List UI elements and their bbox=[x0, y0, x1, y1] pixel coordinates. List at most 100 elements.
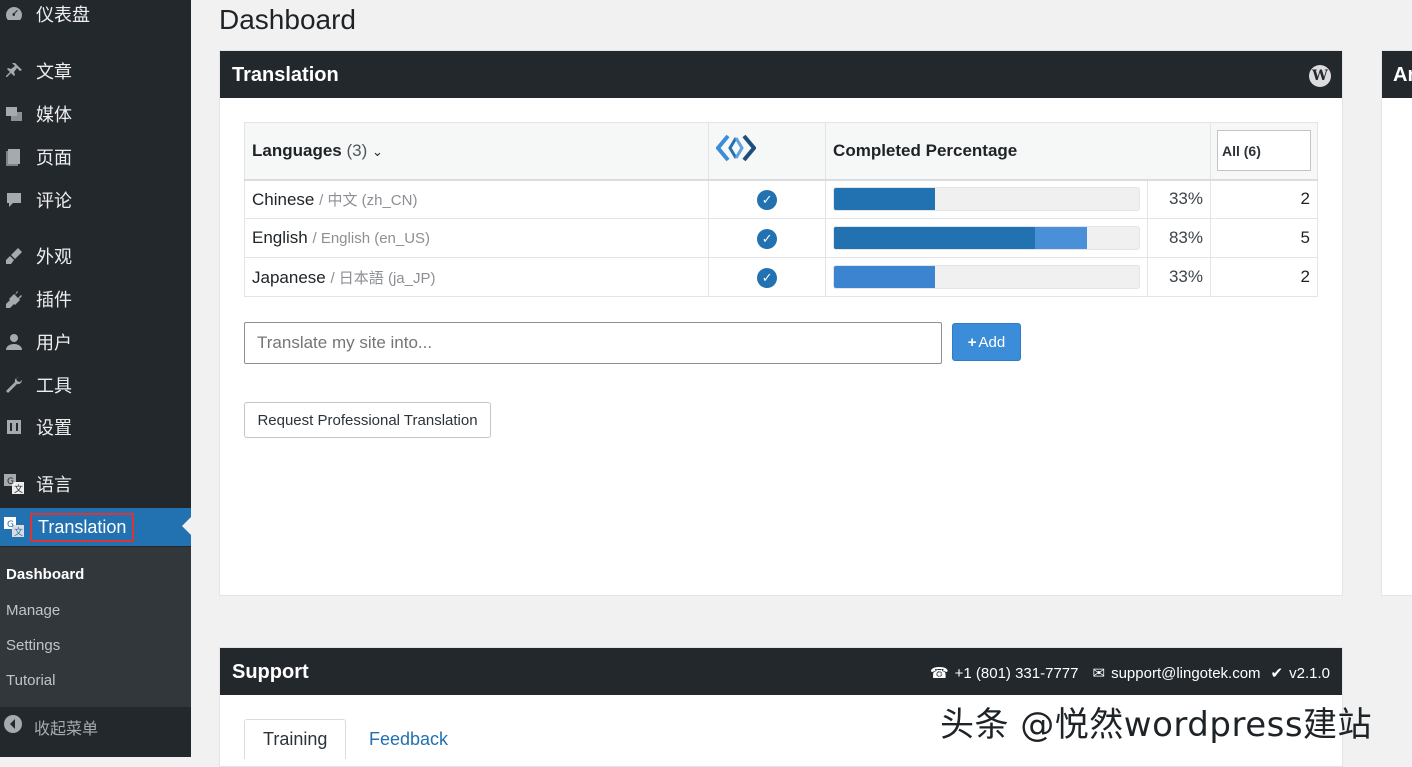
check-circle-icon[interactable]: ✓ bbox=[757, 267, 778, 288]
menu-label: 文章 bbox=[36, 62, 72, 82]
language-icon: G文 bbox=[3, 473, 25, 495]
menu-appearance[interactable]: 外观 bbox=[0, 238, 191, 274]
progress-track[interactable] bbox=[833, 265, 1141, 289]
translation-submenu: Dashboard Manage Settings Tutorial bbox=[0, 547, 191, 707]
submenu-dashboard[interactable]: Dashboard bbox=[6, 566, 84, 583]
document-count[interactable]: 2 bbox=[1209, 257, 1319, 297]
support-email[interactable]: support@lingotek.com bbox=[1111, 665, 1260, 682]
status-cell: ✓ bbox=[708, 218, 827, 258]
menu-users[interactable]: 用户 bbox=[0, 324, 191, 360]
media-icon bbox=[3, 103, 25, 125]
menu-comments[interactable]: 评论 bbox=[0, 182, 191, 218]
progress-track[interactable] bbox=[833, 226, 1141, 250]
submenu-settings[interactable]: Settings bbox=[6, 637, 60, 654]
side-panel-title: Ar bbox=[1393, 64, 1412, 86]
menu-label: 设置 bbox=[36, 418, 72, 438]
admin-sidebar: 仪表盘 文章 媒体 页面 评论 外观 插件 用户 工具 设置 G 文 语言 G … bbox=[0, 0, 191, 757]
language-native: / 中文 (zh_CN) bbox=[319, 191, 418, 209]
languages-header[interactable]: Languages (3) ⌄ bbox=[243, 122, 710, 181]
status-cell: ✓ bbox=[708, 179, 827, 219]
language-row: Japanese / 日本語 (ja_JP) ✓ 33% 2 bbox=[243, 257, 1319, 297]
plus-icon: + bbox=[967, 333, 977, 351]
menu-posts[interactable]: 文章 bbox=[0, 53, 191, 89]
active-arrow bbox=[182, 517, 191, 535]
pin-icon bbox=[3, 60, 25, 82]
translate-site-input[interactable] bbox=[244, 322, 942, 364]
settings-icon bbox=[3, 416, 25, 438]
check-circle-icon: ✔ bbox=[1270, 665, 1284, 682]
document-count[interactable]: 2 bbox=[1209, 179, 1319, 219]
version-label: v2.1.0 bbox=[1289, 664, 1330, 682]
request-professional-translation-button[interactable]: Request Professional Translation bbox=[244, 402, 491, 438]
translation-panel: Translation W Languages (3) ⌄ Completed … bbox=[219, 50, 1343, 596]
users-icon bbox=[3, 331, 25, 353]
menu-label: 语言 bbox=[36, 475, 72, 495]
dashboard-icon bbox=[3, 3, 25, 25]
plugins-icon bbox=[3, 288, 25, 310]
progress-fill bbox=[834, 266, 935, 288]
menu-translation[interactable]: G文 Translation bbox=[0, 508, 191, 546]
menu-plugins[interactable]: 插件 bbox=[0, 281, 191, 317]
tab-training[interactable]: Training bbox=[244, 719, 347, 759]
comments-icon bbox=[3, 189, 25, 211]
menu-label: 评论 bbox=[36, 191, 72, 211]
support-title: Support bbox=[232, 661, 309, 683]
page-title: Dashboard bbox=[219, 4, 356, 35]
lingotek-logo-header bbox=[708, 122, 827, 181]
phone-icon: ☎ bbox=[929, 665, 949, 682]
progress-fill bbox=[834, 227, 1036, 249]
filter-cell: All (6) bbox=[1209, 122, 1319, 181]
svg-text:文: 文 bbox=[14, 483, 23, 495]
collapse-menu-button[interactable]: 收起菜单 bbox=[0, 714, 98, 739]
menu-media[interactable]: 媒体 bbox=[0, 96, 191, 132]
progress-fill bbox=[834, 188, 935, 211]
progress-cell bbox=[825, 218, 1149, 258]
tab-feedback[interactable]: Feedback bbox=[351, 719, 466, 759]
svg-text:G: G bbox=[7, 520, 14, 530]
menu-label: 工具 bbox=[36, 376, 72, 396]
side-panel-partial: Ar bbox=[1381, 50, 1412, 596]
lingotek-logo-icon bbox=[715, 134, 757, 162]
progress-cell bbox=[825, 257, 1149, 297]
menu-label: 页面 bbox=[36, 148, 72, 168]
filter-all-button[interactable]: All (6) bbox=[1216, 130, 1311, 172]
completed-percentage-header: Completed Percentage bbox=[825, 122, 1211, 181]
language-row: Chinese / 中文 (zh_CN) ✓ 33% 2 bbox=[243, 179, 1319, 219]
add-language-button[interactable]: + Add bbox=[952, 323, 1021, 361]
check-circle-icon[interactable]: ✓ bbox=[757, 189, 778, 210]
language-count: (3) bbox=[346, 140, 368, 160]
language-native: / English (en_US) bbox=[312, 230, 431, 247]
menu-label: 插件 bbox=[36, 290, 72, 310]
submenu-manage[interactable]: Manage bbox=[6, 602, 60, 619]
language-cell[interactable]: English / English (en_US) bbox=[243, 218, 710, 258]
support-contact: ☎ +1 (801) 331-7777 ✉ support@lingotek.c… bbox=[929, 664, 1330, 683]
translation-icon: G文 bbox=[3, 516, 25, 538]
svg-text:G: G bbox=[7, 477, 14, 487]
status-cell: ✓ bbox=[708, 257, 827, 297]
menu-pages[interactable]: 页面 bbox=[0, 139, 191, 175]
menu-label: 媒体 bbox=[36, 105, 72, 125]
document-count[interactable]: 5 bbox=[1209, 218, 1319, 258]
language-native: / 日本語 (ja_JP) bbox=[330, 269, 436, 287]
menu-tools[interactable]: 工具 bbox=[0, 367, 191, 403]
menu-dashboard[interactable]: 仪表盘 bbox=[0, 0, 191, 32]
progress-track[interactable] bbox=[833, 187, 1141, 212]
language-cell[interactable]: Japanese / 日本語 (ja_JP) bbox=[243, 257, 710, 297]
panel-title: Translation bbox=[232, 64, 339, 86]
check-circle-icon[interactable]: ✓ bbox=[757, 228, 778, 249]
tools-icon bbox=[3, 374, 25, 396]
menu-label: 仪表盘 bbox=[36, 5, 90, 25]
menu-languages[interactable]: G文 语言 bbox=[0, 466, 191, 502]
collapse-label: 收起菜单 bbox=[34, 720, 99, 738]
language-cell[interactable]: Chinese / 中文 (zh_CN) bbox=[243, 179, 710, 219]
menu-settings[interactable]: 设置 bbox=[0, 409, 191, 445]
support-phone[interactable]: +1 (801) 331-7777 bbox=[955, 665, 1079, 682]
language-name: Chinese bbox=[252, 189, 315, 209]
menu-label: 用户 bbox=[36, 333, 72, 353]
submenu-tutorial[interactable]: Tutorial bbox=[6, 672, 55, 689]
support-panel-header: Support ☎ +1 (801) 331-7777 ✉ support@li… bbox=[220, 648, 1342, 695]
language-name: English bbox=[252, 228, 308, 247]
pages-icon bbox=[3, 146, 25, 168]
envelope-icon: ✉ bbox=[1092, 665, 1106, 682]
menu-label: 外观 bbox=[36, 247, 72, 267]
